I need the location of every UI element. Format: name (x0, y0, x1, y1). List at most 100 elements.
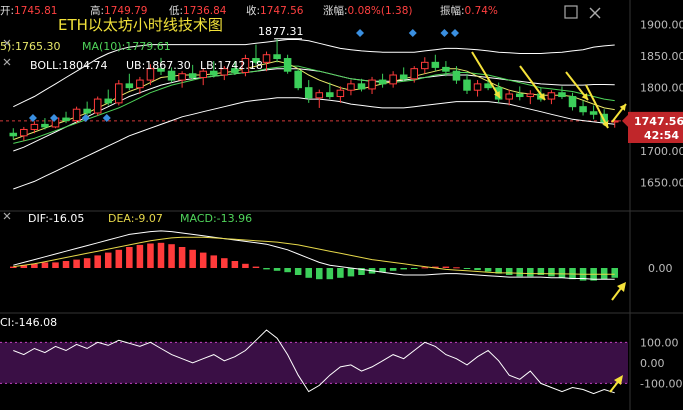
macd-histogram-bar (157, 242, 165, 268)
svg-text:收:1747.56: 收:1747.56 (246, 4, 304, 17)
macd-histogram-bar (147, 243, 154, 268)
svg-text:开:1745.81: 开:1745.81 (0, 5, 57, 17)
candle-body (72, 108, 81, 122)
candle-body (378, 79, 387, 85)
amplitude-label: 振幅: (440, 4, 465, 17)
candle-body (368, 79, 376, 90)
dea-line (13, 236, 615, 275)
price-axis-tick: 1650.00 (640, 177, 683, 190)
candle-body (579, 106, 587, 113)
macd-histogram-bar (10, 266, 17, 268)
y-axis: 1650.001700.001750.001800.001850.001900.… (640, 18, 683, 390)
macd-histogram-bar (189, 249, 196, 268)
macd-histogram-bar (600, 268, 608, 280)
price-panel (0, 29, 630, 190)
signal-diamond-icon (440, 29, 449, 37)
candle-body (315, 92, 324, 99)
macd-histogram-bar (505, 268, 513, 275)
macd-histogram-bar (231, 261, 239, 268)
candle-body (283, 58, 292, 72)
candle-body (188, 73, 197, 79)
candle-body (294, 70, 302, 89)
macd-histogram-bar (115, 249, 123, 268)
macd-histogram-bar (252, 266, 260, 268)
high-marker: 1877.31 (258, 25, 304, 38)
candle-body (589, 111, 598, 115)
macd-histogram-bar (316, 268, 323, 280)
candle-body (93, 98, 102, 114)
macd-histogram-bar (242, 263, 249, 268)
price-tags: 1747.56 42:54 (628, 111, 683, 143)
close-label: 收: (246, 4, 260, 17)
kline-chart: 开:1745.81 高:1749.79 低:1736.84 收:1747.56 … (0, 0, 683, 410)
macd-panel (10, 230, 626, 301)
price-axis-tick: 1850.00 (640, 50, 683, 63)
candle-body (104, 98, 113, 104)
lb-legend: LB:1742.18 (200, 59, 263, 72)
macd-histogram-bar (83, 258, 91, 268)
macd-histogram-bar (337, 268, 344, 278)
macd-legend: MACD:-13.96 (180, 212, 252, 225)
macd-histogram-bar (410, 268, 418, 269)
macd-histogram-bar (516, 268, 524, 277)
candle-body (178, 73, 186, 81)
candle-body (421, 61, 429, 70)
price-tag-pointer (622, 114, 628, 127)
cci-axis-tick: 100.00 (640, 336, 679, 349)
candle-body (167, 70, 176, 81)
close-value: 1747.56 (260, 5, 304, 17)
candle-body (62, 117, 70, 122)
price-axis-tick: 1700.00 (640, 145, 683, 158)
macd-histogram-bar (421, 267, 429, 269)
cci-axis-tick: 0.00 (640, 357, 665, 370)
macd-histogram-bar (400, 268, 407, 270)
current-price-label: 1747.56 (634, 115, 683, 128)
candle-body (41, 123, 49, 128)
macd-histogram-bar (442, 266, 450, 268)
high-marker-label: 1877.31 (258, 25, 304, 38)
macd-histogram-bar (104, 252, 112, 268)
chart-title: ETH以太坊小时线技术图 (58, 16, 223, 34)
macd-histogram-bar (294, 268, 302, 275)
candle-body (389, 74, 397, 85)
change-value: 0.08%(1.38) (348, 5, 413, 17)
cci-overbought-band (0, 342, 628, 384)
macd-histogram-bar (347, 268, 355, 277)
candle-body (336, 89, 345, 98)
candle-body (347, 83, 355, 91)
cci-legend: CI:-146.08 (0, 316, 57, 329)
boll-mid-line (13, 68, 615, 152)
candle-body (262, 54, 271, 63)
signal-diamond-icon (451, 29, 459, 37)
macd-histogram-bar (210, 255, 218, 268)
macd-histogram-bar (611, 268, 618, 278)
ub-legend: UB:1867.30 (126, 59, 191, 72)
maximize-icon[interactable] (564, 5, 578, 19)
candle-body (568, 96, 577, 108)
price-axis-tick: 1800.00 (640, 82, 683, 95)
candle-body (9, 132, 18, 137)
countdown-label: 42:54 (644, 129, 679, 142)
ma10-legend: MA(10):1779.61 (82, 40, 171, 53)
macd-histogram-bar (463, 268, 471, 269)
dif-legend: DIF:-16.05 (28, 212, 84, 225)
candle-body (115, 83, 123, 104)
macd-histogram-bar (221, 258, 228, 268)
candle-body (515, 93, 524, 98)
trend-arrow (471, 51, 501, 99)
price-axis-tick: 1900.00 (640, 18, 683, 31)
candle-body (125, 83, 134, 89)
candle-body (30, 123, 39, 130)
dea-legend: DEA:-9.07 (108, 212, 163, 225)
macd-histogram-bar (94, 255, 101, 268)
macd-histogram-bar (178, 247, 186, 268)
candle-body (558, 92, 566, 98)
boll-lower-line (13, 97, 615, 190)
open-value: 1745.81 (14, 5, 57, 17)
candle-body (20, 128, 28, 137)
candle-body (199, 70, 207, 79)
candle-body (304, 87, 313, 99)
macd-histogram-bar (62, 261, 70, 268)
candle-body (526, 93, 535, 98)
macd-axis-tick: 0.00 (648, 262, 673, 275)
